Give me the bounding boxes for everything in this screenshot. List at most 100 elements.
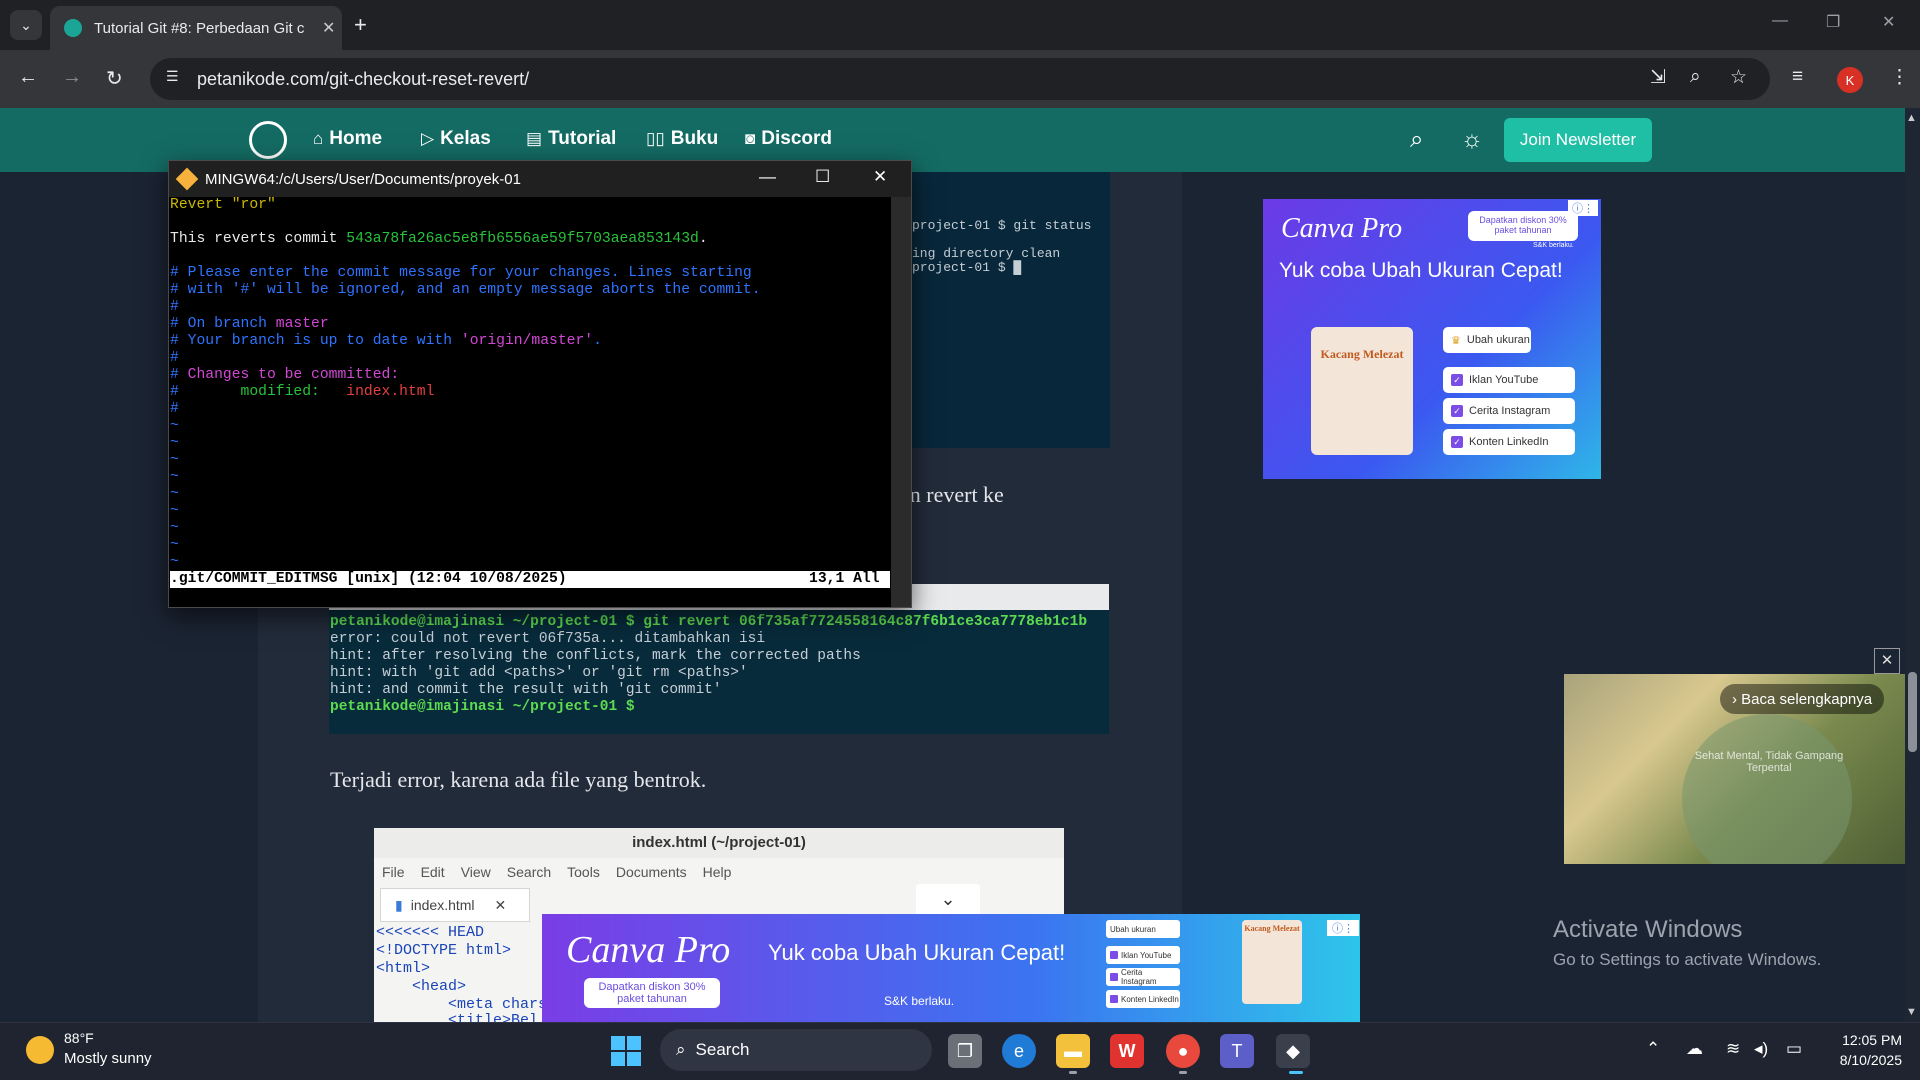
gedit-menubar: File Edit View Search Tools Documents He… xyxy=(382,864,732,880)
terminal-editor[interactable]: Revert "ror" This reverts commit 543a78f… xyxy=(169,197,891,607)
discord-icon: ◙ xyxy=(745,129,756,148)
media-control-icon[interactable]: ≡ xyxy=(1792,66,1803,88)
tab-search-button[interactable]: ⌄ xyxy=(10,10,42,40)
video-caption: Sehat Mental, Tidak Gampang Terpental xyxy=(1694,750,1844,774)
mingw-terminal-window[interactable]: MINGW64:/c/Users/User/Documents/proyek-0… xyxy=(168,160,912,608)
ad-book-image: Kacang Melezat xyxy=(1242,920,1302,1004)
install-app-icon[interactable]: ⇲ xyxy=(1650,66,1666,89)
terminal-maximize-icon[interactable]: ☐ xyxy=(815,167,830,187)
nav-home[interactable]: ⌂ Home xyxy=(313,128,382,150)
nav-discord[interactable]: ◙ Discord xyxy=(745,128,832,150)
battery-icon[interactable]: ▭ xyxy=(1786,1039,1802,1059)
search-icon: ⌕ xyxy=(676,1040,686,1059)
git-bash-taskbar-icon[interactable]: ◆ xyxy=(1276,1034,1310,1068)
app-running-indicator xyxy=(1069,1071,1077,1074)
terminal-scrollbar[interactable] xyxy=(891,197,911,607)
back-arrow-icon[interactable]: ← xyxy=(18,66,38,89)
ad-book-image: Kacang Melezat xyxy=(1311,327,1413,455)
window-close-icon[interactable]: ✕ xyxy=(1882,12,1895,32)
search-icon[interactable]: ⌕ xyxy=(1410,126,1423,154)
chrome-icon[interactable]: ● xyxy=(1166,1034,1200,1068)
ad-info-icon[interactable]: ⓘ⋮ xyxy=(1327,920,1359,936)
reload-icon[interactable]: ↻ xyxy=(106,66,123,91)
terminal-minimize-icon[interactable]: — xyxy=(759,167,776,187)
forward-arrow-icon[interactable]: → xyxy=(62,66,82,89)
canva-logo: Canva Pro xyxy=(1281,213,1403,244)
url-text[interactable]: petanikode.com/git-checkout-reset-revert… xyxy=(197,69,529,90)
join-newsletter-button[interactable]: Join Newsletter xyxy=(1504,118,1652,162)
app-running-indicator xyxy=(1179,1071,1187,1074)
ad-discount-badge: Dapatkan diskon 30% paket tahunan xyxy=(584,978,720,1008)
site-info-icon[interactable]: ☰ xyxy=(166,68,179,85)
edge-icon[interactable]: e xyxy=(1002,1034,1036,1068)
wifi-icon[interactable]: ≋ xyxy=(1726,1039,1740,1059)
profile-avatar[interactable]: K xyxy=(1837,67,1863,93)
ad-headline: Yuk coba Ubah Ukuran Cepat! xyxy=(768,940,1066,965)
windows-start-icon[interactable] xyxy=(611,1036,641,1066)
checkbox-checked-icon xyxy=(1110,995,1118,1003)
checkbox-checked-icon: ✓ xyxy=(1451,405,1463,417)
page-scrollbar-thumb[interactable] xyxy=(1908,672,1917,752)
ad-terms: S&K berlaku. xyxy=(884,994,955,1008)
site-logo-icon[interactable] xyxy=(249,121,287,159)
chevron-right-icon: › xyxy=(1732,690,1742,708)
clock-time[interactable]: 12:05 PM xyxy=(1832,1032,1902,1048)
window-restore-icon[interactable]: ❐ xyxy=(1826,12,1840,32)
new-tab-button[interactable]: + xyxy=(354,12,367,38)
onedrive-icon[interactable]: ☁ xyxy=(1686,1039,1703,1059)
weather-description[interactable]: Mostly sunny xyxy=(64,1050,152,1067)
task-view-icon[interactable]: ❐ xyxy=(948,1034,982,1068)
checkbox-checked-icon xyxy=(1110,951,1118,959)
scroll-up-icon[interactable]: ▲ xyxy=(1906,112,1917,124)
checkbox-checked-icon: ✓ xyxy=(1451,374,1463,386)
home-icon: ⌂ xyxy=(313,129,324,148)
read-more-button[interactable]: › Baca selengkapnya xyxy=(1720,684,1885,714)
wps-office-icon[interactable]: W xyxy=(1110,1034,1144,1068)
show-hidden-icons-icon[interactable]: ⌃ xyxy=(1646,1039,1660,1059)
git-bash-icon xyxy=(175,167,199,191)
article-paragraph-revert: an revert ke xyxy=(900,482,1004,507)
checkbox-checked-icon: ✓ xyxy=(1451,436,1463,448)
browser-tab-active[interactable]: Tutorial Git #8: Perbedaan Git c ✕ xyxy=(50,6,342,50)
video-ad-close-icon[interactable]: ✕ xyxy=(1874,648,1900,674)
terminal-screenshot-status: project-01 $ git status ing directory cl… xyxy=(910,172,1110,448)
checkbox-checked-icon xyxy=(1110,973,1118,981)
nav-buku[interactable]: ▯▯ Buku xyxy=(646,128,718,150)
video-ad[interactable]: Sehat Mental, Tidak Gampang Terpental › … xyxy=(1564,674,1905,864)
weather-temperature[interactable]: 88°F xyxy=(64,1030,94,1046)
ad-collapse-button[interactable]: ⌄ xyxy=(916,884,980,914)
canva-ad-anchor[interactable]: Canva Pro Yuk coba Ubah Ukuran Cepat! Da… xyxy=(542,914,1360,1022)
ad-info-icon[interactable]: ⓘ⋮ xyxy=(1568,200,1598,216)
ad-resize-panel: ♛ Ubah ukuran ✓ Iklan YouTube ✓ Cerita Inst… xyxy=(1443,327,1575,459)
document-icon: ▤ xyxy=(526,129,543,148)
activate-windows-subtitle: Go to Settings to activate Windows. xyxy=(1553,950,1822,969)
file-icon: ▮ xyxy=(395,896,403,913)
terminal-close-icon[interactable]: ✕ xyxy=(873,167,887,187)
browser-menu-icon[interactable]: ⋮ xyxy=(1890,66,1909,89)
theme-toggle-icon[interactable]: ☼ xyxy=(1461,126,1483,154)
nav-tutorial[interactable]: ▤ Tutorial xyxy=(526,128,616,150)
scroll-down-icon[interactable]: ▼ xyxy=(1906,1006,1917,1018)
clock-date[interactable]: 8/10/2025 xyxy=(1820,1052,1902,1068)
canva-ad-banner[interactable]: Canva Pro Yuk coba Ubah Ukuran Cepat! Da… xyxy=(1263,199,1601,479)
site-favicon-icon xyxy=(64,19,82,37)
window-minimize-icon[interactable]: — xyxy=(1772,12,1788,30)
teams-icon[interactable]: T xyxy=(1220,1034,1254,1068)
canva-logo: Canva Pro xyxy=(566,929,731,971)
file-explorer-icon[interactable]: ▬ xyxy=(1056,1034,1090,1068)
terminal-titlebar[interactable]: MINGW64:/c/Users/User/Documents/proyek-0… xyxy=(169,161,911,197)
ad-terms: S&K berlaku. xyxy=(1533,242,1574,249)
volume-icon[interactable]: ◂) xyxy=(1754,1039,1768,1059)
vim-status-line: .git/COMMIT_EDITMSG [unix] (12:04 10/08/… xyxy=(170,571,890,588)
video-overlay-circle xyxy=(1682,714,1852,864)
tab-close-icon[interactable]: ✕ xyxy=(322,18,335,38)
app-active-indicator xyxy=(1289,1071,1303,1074)
zoom-icon[interactable]: ⌕ xyxy=(1690,66,1701,88)
play-circle-icon: ▷ xyxy=(421,129,435,148)
taskbar-search[interactable]: ⌕ Search xyxy=(660,1029,932,1071)
nav-kelas[interactable]: ▷ Kelas xyxy=(421,128,491,150)
weather-sun-icon[interactable] xyxy=(26,1036,54,1064)
page-scrollbar[interactable] xyxy=(1905,108,1920,1022)
bookmark-star-icon[interactable]: ☆ xyxy=(1730,66,1747,89)
tab-title: Tutorial Git #8: Perbedaan Git c xyxy=(94,19,305,37)
